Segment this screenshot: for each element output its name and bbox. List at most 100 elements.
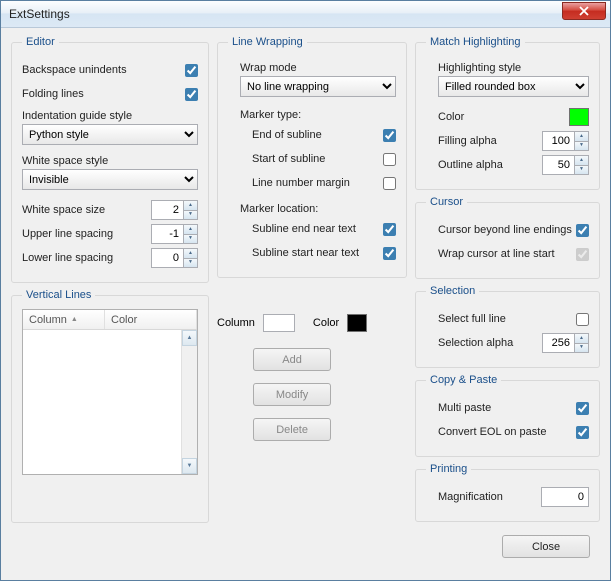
convert-eol-label: Convert EOL on paste [438,426,546,438]
vlines-col-color-header[interactable]: Color [105,310,197,329]
outline-alpha-spinner[interactable]: ▲▼ [542,155,589,175]
editor-legend: Editor [22,36,59,48]
vlines-list-body[interactable]: ▲ ▼ [23,330,197,474]
hl-style-select[interactable]: Filled rounded box [438,76,589,97]
start-subline-label: Start of subline [252,153,325,165]
vlines-list[interactable]: Column ▲ Color ▲ ▼ [22,309,198,475]
spin-up-icon[interactable]: ▲ [575,156,588,166]
select-full-label: Select full line [438,313,506,325]
sel-alpha-input[interactable] [542,333,574,353]
end-near-checkbox[interactable] [383,223,396,236]
select-full-checkbox[interactable] [576,313,589,326]
vertical-lines-legend: Vertical Lines [22,289,95,301]
wrap-mode-select[interactable]: No line wrapping [240,76,396,97]
backspace-unindents-checkbox[interactable] [185,64,198,77]
wrap-cursor-label: Wrap cursor at line start [438,248,555,260]
start-near-checkbox[interactable] [383,247,396,260]
end-near-label: Subline end near text [252,223,356,235]
hl-color-label: Color [438,111,464,123]
line-margin-label: Line number margin [252,177,350,189]
titlebar[interactable]: ExtSettings [1,1,610,28]
hl-style-label: Highlighting style [438,62,589,74]
indent-guide-select[interactable]: Python style [22,124,198,145]
marker-loc-label: Marker location: [240,203,396,215]
copy-legend: Copy & Paste [426,374,501,386]
vlines-editor: Column Color Add Modify Delete [217,286,407,447]
vlines-delete-button[interactable]: Delete [253,418,331,441]
whitespace-size-input[interactable] [151,200,183,220]
spin-down-icon[interactable]: ▼ [184,259,197,268]
scroll-down-icon[interactable]: ▼ [182,458,197,474]
outline-alpha-input[interactable] [542,155,574,175]
content-area: Editor Backspace unindents Folding lines… [1,28,610,580]
vlines-column-label: Column [217,317,255,329]
upper-spacing-spinner[interactable]: ▲▼ [151,224,198,244]
vlines-list-header: Column ▲ Color [23,310,197,330]
scroll-track[interactable] [182,346,197,458]
fill-alpha-input[interactable] [542,131,574,151]
multi-paste-checkbox[interactable] [576,402,589,415]
wrap-cursor-checkbox [576,248,589,261]
selection-group: Selection Select full line Selection alp… [415,285,600,368]
vlines-scrollbar[interactable]: ▲ ▼ [181,330,197,474]
line-margin-checkbox[interactable] [383,177,396,190]
sel-alpha-spinner[interactable]: ▲▼ [542,333,589,353]
spin-down-icon[interactable]: ▼ [184,211,197,220]
vlines-add-button[interactable]: Add [253,348,331,371]
whitespace-style-select[interactable]: Invisible [22,169,198,190]
folding-lines-label: Folding lines [22,88,84,100]
indent-guide-label: Indentation guide style [22,110,198,122]
vlines-column-input[interactable] [263,314,295,332]
spin-down-icon[interactable]: ▼ [184,235,197,244]
cursor-beyond-checkbox[interactable] [576,224,589,237]
spin-down-icon[interactable]: ▼ [575,166,588,175]
line-wrapping-legend: Line Wrapping [228,36,307,48]
close-button[interactable]: Close [502,535,590,558]
magnification-input[interactable] [541,487,589,507]
printing-legend: Printing [426,463,471,475]
outline-alpha-label: Outline alpha [438,159,503,171]
start-subline-checkbox[interactable] [383,153,396,166]
spin-up-icon[interactable]: ▲ [184,249,197,259]
spin-down-icon[interactable]: ▼ [575,142,588,151]
fill-alpha-spinner[interactable]: ▲▼ [542,131,589,151]
convert-eol-checkbox[interactable] [576,426,589,439]
start-near-label: Subline start near text [252,247,359,259]
printing-group: Printing Magnification [415,463,600,522]
cursor-group: Cursor Cursor beyond line endings Wrap c… [415,196,600,279]
multi-paste-label: Multi paste [438,402,491,414]
vlines-modify-button[interactable]: Modify [253,383,331,406]
upper-spacing-label: Upper line spacing [22,228,113,240]
backspace-unindents-label: Backspace unindents [22,64,127,76]
lower-spacing-input[interactable] [151,248,183,268]
line-wrapping-group: Line Wrapping Wrap mode No line wrapping… [217,36,407,278]
editor-group: Editor Backspace unindents Folding lines… [11,36,209,283]
window-close-button[interactable] [562,2,606,20]
spin-up-icon[interactable]: ▲ [184,201,197,211]
lower-spacing-spinner[interactable]: ▲▼ [151,248,198,268]
spin-up-icon[interactable]: ▲ [575,334,588,344]
scroll-up-icon[interactable]: ▲ [182,330,197,346]
whitespace-size-spinner[interactable]: ▲▼ [151,200,198,220]
cursor-legend: Cursor [426,196,467,208]
spin-down-icon[interactable]: ▼ [575,344,588,353]
selection-legend: Selection [426,285,479,297]
vlines-color-swatch[interactable] [347,314,367,332]
whitespace-size-label: White space size [22,204,105,216]
sel-alpha-label: Selection alpha [438,337,513,349]
vertical-lines-group: Vertical Lines Column ▲ Color ▲ [11,289,209,523]
upper-spacing-input[interactable] [151,224,183,244]
end-subline-checkbox[interactable] [383,129,396,142]
dialog-footer: Close [11,523,600,572]
copy-paste-group: Copy & Paste Multi paste Convert EOL on … [415,374,600,457]
wrap-mode-label: Wrap mode [240,62,396,74]
spin-up-icon[interactable]: ▲ [575,132,588,142]
settings-window: ExtSettings Editor Backspace unindents F… [0,0,611,581]
magnification-label: Magnification [438,491,503,503]
vlines-color-label: Color [313,317,339,329]
close-icon [579,6,589,16]
vlines-col-column-header[interactable]: Column ▲ [23,310,105,329]
spin-up-icon[interactable]: ▲ [184,225,197,235]
hl-color-swatch[interactable] [569,108,589,126]
folding-lines-checkbox[interactable] [185,88,198,101]
